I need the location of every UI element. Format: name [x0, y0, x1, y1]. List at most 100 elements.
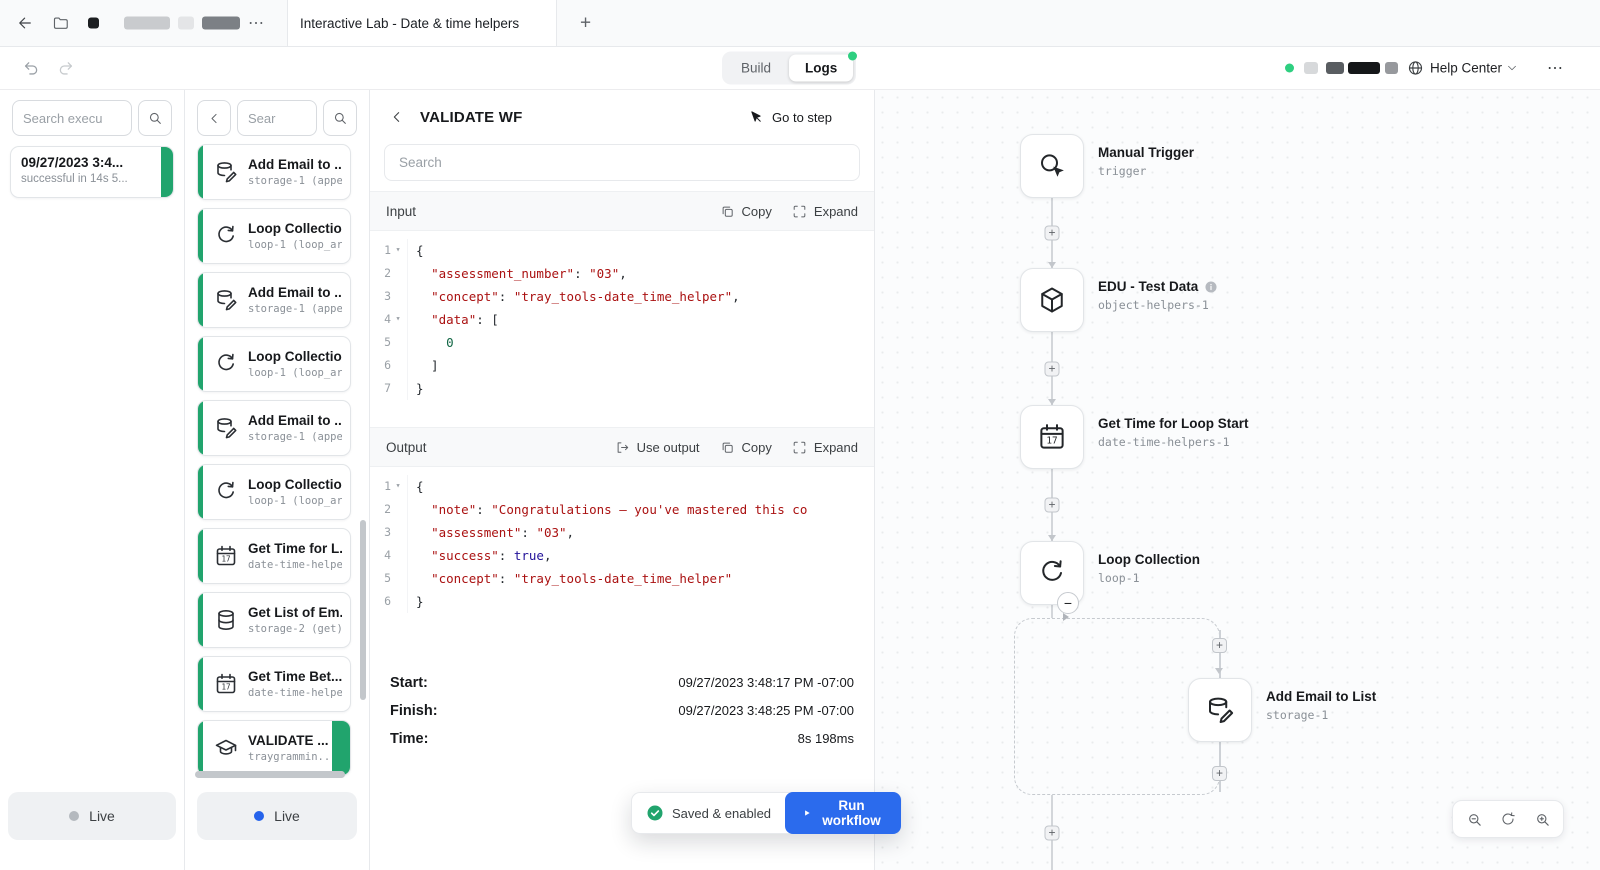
step-item[interactable]: Loop Collectionloop-1 (loop_arr...	[197, 336, 351, 392]
play-icon	[805, 810, 810, 816]
app-tab[interactable]: Interactive Lab - Date & time helpers	[287, 0, 557, 46]
flow-arrow	[1215, 668, 1223, 674]
tab-logs[interactable]: Logs	[789, 51, 858, 82]
add-step-button[interactable]	[1212, 766, 1227, 781]
cursor-icon	[749, 110, 764, 125]
executions-live-toggle[interactable]: Live	[8, 792, 176, 840]
node-title: Manual Trigger	[1098, 145, 1195, 160]
start-value: 09/27/2023 3:48:17 PM -07:00	[678, 675, 854, 690]
executions-search-input[interactable]	[12, 100, 132, 136]
redacted-block	[202, 16, 240, 30]
live-label: Live	[89, 808, 115, 824]
executions-search-button[interactable]	[138, 100, 172, 136]
folder-icon[interactable]	[52, 15, 69, 32]
database-edit-icon	[1205, 695, 1235, 725]
time-label: Time:	[390, 731, 429, 747]
node-subtitle: object-helpers-1	[1098, 298, 1209, 312]
node-edu-test-data: EDU - Test Data object-helpers-1	[1020, 268, 1218, 332]
database-edit-icon	[214, 160, 238, 184]
more-options-button[interactable]: ⋯	[1547, 58, 1564, 78]
copy-output-button[interactable]: Copy	[720, 440, 772, 455]
detail-search-input[interactable]	[399, 155, 845, 170]
redacted-block	[124, 16, 170, 30]
add-step-button[interactable]	[1044, 361, 1060, 376]
detail-search	[384, 144, 860, 181]
overflow-icon[interactable]: ⋯	[248, 13, 265, 33]
copy-icon	[720, 204, 735, 219]
execution-title: 09/27/2023 3:4...	[21, 155, 124, 170]
redo-button[interactable]	[56, 59, 75, 78]
step-item-selected[interactable]: VALIDATE ... traygrammin...	[197, 720, 351, 776]
redacted-block	[1304, 62, 1318, 74]
collapse-loop-button[interactable]	[1057, 592, 1079, 614]
new-tab-button[interactable]: +	[580, 14, 591, 33]
account-status-dot	[1285, 63, 1294, 73]
connector	[1044, 469, 1060, 541]
loop-icon	[214, 480, 238, 504]
edu-test-data-node[interactable]	[1020, 268, 1084, 332]
expand-input-button[interactable]: Expand	[792, 204, 858, 219]
run-workflow-button[interactable]: Run workflow	[785, 792, 901, 834]
step-item[interactable]: Get Time Bet...date-time-helper...	[197, 656, 351, 712]
copy-input-button[interactable]: Copy	[720, 204, 772, 219]
get-time-node[interactable]	[1020, 405, 1084, 469]
expand-output-button[interactable]: Expand	[792, 440, 858, 455]
browser-tab-strip: ⋯ Interactive Lab - Date & time helpers …	[0, 0, 1600, 47]
add-step-button[interactable]	[1044, 497, 1060, 513]
add-step-button[interactable]	[1212, 638, 1227, 653]
output-section-label: Output	[386, 439, 427, 455]
build-logs-toggle: Build Logs	[722, 51, 858, 85]
input-code-editor[interactable]: 1 ▾{2 "assessment_number": "03", 3 "concep…	[370, 231, 874, 427]
expand-icon	[792, 204, 807, 219]
time-value: 8s 198ms	[797, 731, 854, 746]
database-edit-icon	[214, 288, 238, 312]
live-dot	[254, 811, 265, 821]
steps-search-input[interactable]	[237, 100, 317, 136]
node-subtitle: storage-1	[1266, 708, 1329, 722]
steps-search-button[interactable]	[323, 100, 357, 136]
start-label: Start:	[390, 675, 428, 691]
zoom-reset-button[interactable]	[1493, 804, 1523, 834]
step-list: Add Email to ...storage-1 (appe... Loop …	[197, 144, 351, 776]
step-item[interactable]: Loop Collectionloop-1 (loop_arr...	[197, 208, 351, 264]
add-email-node[interactable]	[1188, 678, 1252, 742]
step-item[interactable]: Add Email to ...storage-1 (appe...	[197, 272, 351, 328]
back-button[interactable]	[384, 104, 410, 130]
execution-item[interactable]: 09/27/2023 3:4... successful in 14s 5...	[10, 146, 174, 198]
steps-live-toggle[interactable]: Live	[197, 792, 357, 840]
node-add-email-to-list: Add Email to List storage-1	[1188, 678, 1376, 742]
connector	[1044, 795, 1060, 870]
step-detail-title: VALIDATE WF	[420, 108, 523, 126]
workflow-canvas[interactable]: Manual Trigger trigger EDU - Test Data ob…	[875, 90, 1600, 870]
redacted-block	[1385, 62, 1398, 74]
manual-trigger-node[interactable]	[1020, 134, 1084, 198]
execution-status: successful in 14s 5...	[21, 173, 128, 185]
undo-button[interactable]	[22, 59, 41, 78]
chevron-down-icon[interactable]	[1506, 62, 1518, 74]
loop-icon	[214, 352, 238, 376]
finish-label: Finish:	[390, 703, 438, 719]
collapse-panel-button[interactable]	[197, 100, 231, 136]
step-item[interactable]: Get Time for L...date-time-helper...	[197, 528, 351, 584]
zoom-out-button[interactable]	[1459, 804, 1489, 834]
output-code-editor[interactable]: 1 ▾{2 "note": "Congratulations — you've m…	[370, 467, 874, 653]
info-icon[interactable]	[1204, 280, 1218, 294]
step-item[interactable]: Add Email to ...storage-1 (appe...	[197, 144, 351, 200]
help-center-button[interactable]: Help Center	[1430, 61, 1502, 76]
back-arrow-icon[interactable]	[16, 14, 34, 32]
add-step-button[interactable]	[1044, 225, 1060, 241]
go-to-step-button[interactable]: Go to step	[749, 110, 832, 125]
step-item[interactable]: Loop Collectionloop-1 (loop_arr...	[197, 464, 351, 520]
redacted-favicon	[88, 17, 99, 29]
calendar-icon	[1037, 422, 1067, 452]
horizontal-scrollbar[interactable]	[195, 771, 345, 778]
node-loop-collection: Loop Collection loop-1	[1020, 541, 1200, 614]
add-step-button[interactable]	[1044, 825, 1060, 840]
vertical-scrollbar[interactable]	[360, 520, 366, 700]
zoom-in-button[interactable]	[1527, 804, 1557, 834]
finish-value: 09/27/2023 3:48:25 PM -07:00	[678, 703, 854, 718]
step-item[interactable]: Add Email to ...storage-1 (appe...	[197, 400, 351, 456]
tab-build[interactable]: Build	[725, 55, 787, 82]
step-item[interactable]: Get List of Em... storage-2 (get)	[197, 592, 351, 648]
use-output-button[interactable]: Use output	[615, 440, 700, 455]
